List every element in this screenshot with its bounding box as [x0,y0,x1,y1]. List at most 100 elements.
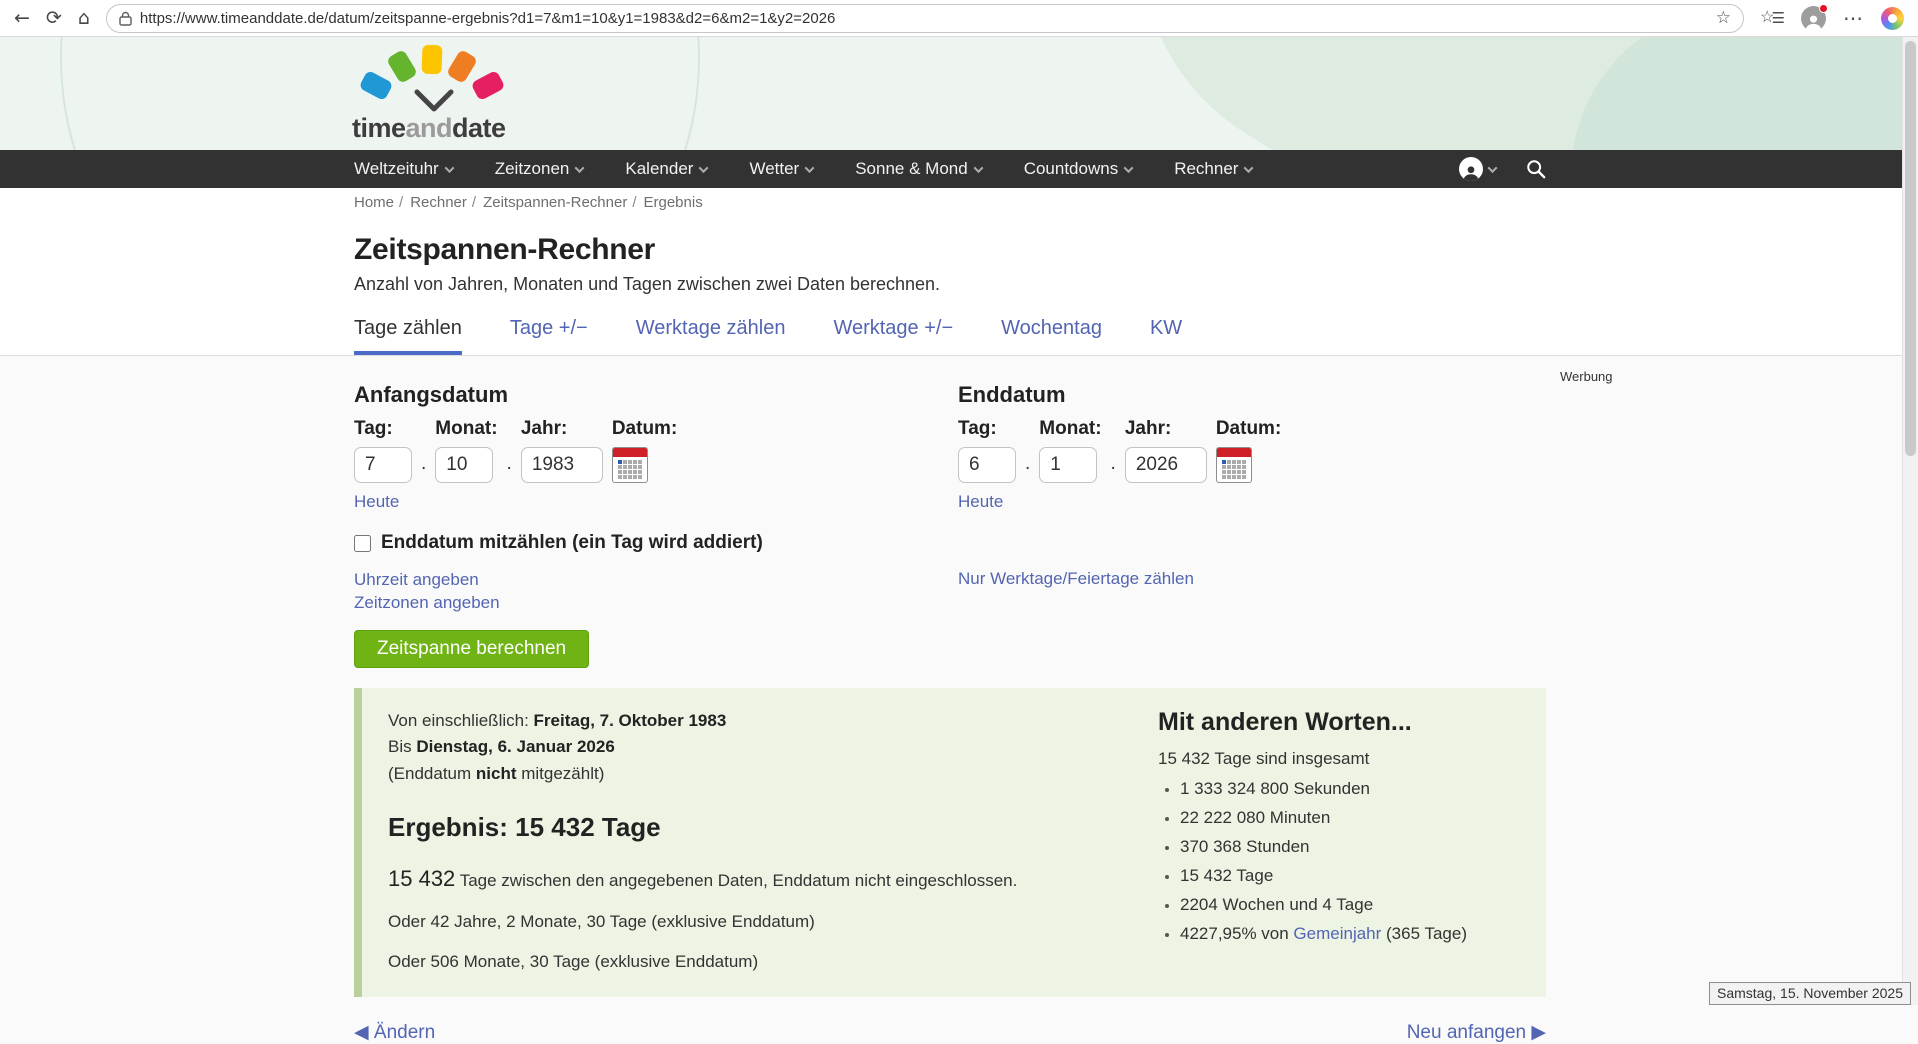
start-month-input[interactable] [435,447,493,483]
result-alt-years: Oder 42 Jahre, 2 Monate, 30 Tage (exklus… [388,909,1158,935]
url-input[interactable] [140,10,1708,27]
start-calendar-icon[interactable] [612,447,648,483]
breadcrumb-home[interactable]: Home [354,194,394,211]
account-button[interactable] [1459,157,1496,181]
copilot-icon[interactable] [1881,7,1904,30]
footer-navigation: ◀ Ändern Neu anfangen ▶ [354,1021,1546,1044]
list-item: 2204 Wochen und 4 Tage [1180,895,1520,915]
scrollbar-thumb[interactable] [1905,41,1916,456]
breadcrumb-rechner[interactable]: Rechner [410,194,467,211]
browser-toolbar: ← ⟳ ⌂ ☆ ☆☰ ⋯ [0,0,1918,37]
list-item: 4227,95% von Gemeinjahr (365 Tage) [1180,924,1520,944]
page-lower: Anfangsdatum Tag: . Monat: . Jahr: [0,356,1918,1044]
forward-arrow-icon: ▶ [1531,1022,1546,1043]
ad-label: Werbung [1560,369,1613,384]
result-summary: Von einschließlich: Freitag, 7. Oktober … [388,708,1158,975]
list-item: 15 432 Tage [1180,866,1520,886]
include-end-date-row: Enddatum mitzählen (ein Tag wird addiert… [354,532,1918,554]
calculate-button[interactable]: Zeitspanne berechnen [354,630,589,668]
breadcrumb-zeitspannen-rechner[interactable]: Zeitspannen-Rechner [483,194,627,211]
page-title: Zeitspannen-Rechner [354,232,1918,268]
logo-text: timeanddate [352,113,506,144]
nav-item-sonne-mond[interactable]: Sonne & Mond [855,159,981,179]
end-year-label: Jahr: [1125,418,1207,440]
scrollbar[interactable] [1902,37,1918,1005]
option-links: Uhrzeit angeben Zeitzonen angeben Nur We… [0,569,1918,615]
list-item: 370 368 Stunden [1180,837,1520,857]
start-date-section: Anfangsdatum Tag: . Monat: . Jahr: [354,356,958,512]
add-timezone-link[interactable]: Zeitzonen angeben [354,592,1918,615]
status-tooltip: Samstag, 15. November 2025 [1709,982,1911,1005]
user-icon [1459,157,1483,181]
nav-item-wetter[interactable]: Wetter [749,159,813,179]
result-note-line: (Enddatum nicht mitgezählt) [388,761,1158,787]
logo-tile-pink [471,70,506,101]
end-day-input[interactable] [958,447,1016,483]
chevron-down-icon [973,163,983,173]
tab-tage-plusminus[interactable]: Tage +/− [510,317,588,355]
logo-fan-icon [364,43,504,113]
result-heading: Ergebnis: 15 432 Tage [388,807,1158,847]
result-days-line: 15 432 Tage zwischen den angegebenen Dat… [388,862,1158,896]
end-day-label: Tag: [958,418,1016,440]
back-arrow-icon: ◀ [354,1022,369,1043]
breadcrumb-ergebnis[interactable]: Ergebnis [644,194,703,211]
logo-tile-orange [446,49,478,84]
end-year-input[interactable] [1125,447,1207,483]
tab-werktage-zaehlen[interactable]: Werktage zählen [636,317,786,355]
person-icon [1804,12,1823,31]
favorite-star-icon[interactable]: ☆ [1716,8,1731,28]
end-today-link[interactable]: Heute [958,492,1003,512]
refresh-icon[interactable]: ⟳ [46,9,62,28]
start-today-link[interactable]: Heute [354,492,399,512]
nav-item-rechner[interactable]: Rechner [1174,159,1252,179]
tab-wochentag[interactable]: Wochentag [1001,317,1102,355]
browser-menu-icon[interactable]: ⋯ [1843,6,1864,31]
search-icon[interactable] [1526,159,1546,179]
chevron-down-icon [699,163,709,173]
other-words-intro: 15 432 Tage sind insgesamt [1158,749,1520,769]
nav-item-zeitzonen[interactable]: Zeitzonen [495,159,584,179]
logo-tile-green [386,49,418,84]
end-month-label: Monat: [1039,418,1101,440]
home-icon[interactable]: ⌂ [78,9,90,28]
nav-item-kalender[interactable]: Kalender [625,159,707,179]
page-upper: Home/Rechner/Zeitspannen-Rechner/Ergebni… [0,188,1918,356]
tab-werktage-plusminus[interactable]: Werktage +/− [833,317,953,355]
other-words-panel: Mit anderen Worten... 15 432 Tage sind i… [1158,708,1520,975]
end-month-input[interactable] [1039,447,1097,483]
back-icon[interactable]: ← [14,9,30,28]
start-day-label: Tag: [354,418,412,440]
restart-link[interactable]: Neu anfangen ▶ [1407,1021,1546,1044]
include-end-date-checkbox[interactable] [354,535,371,552]
chevron-down-icon [575,163,585,173]
end-calendar-icon[interactable] [1216,447,1252,483]
tab-bar: Tage zählen Tage +/− Werktage zählen Wer… [354,317,1918,355]
favorites-bar-icon[interactable]: ☆☰ [1760,7,1784,29]
start-day-input[interactable] [354,447,412,483]
lock-icon [119,11,132,26]
other-words-list: 1 333 324 800 Sekunden 22 222 080 Minute… [1180,779,1520,944]
chevron-down-icon [1124,163,1134,173]
site-header: timeanddate [0,37,1918,150]
site-logo[interactable]: timeanddate [352,41,552,149]
nav-item-weltzeituhr[interactable]: Weltzeituhr [354,159,453,179]
tab-tage-zaehlen[interactable]: Tage zählen [354,317,462,355]
profile-avatar[interactable] [1801,6,1826,31]
result-from-line: Von einschließlich: Freitag, 7. Oktober … [388,708,1158,734]
chevron-down-icon [1488,163,1498,173]
common-year-link[interactable]: Gemeinjahr [1293,924,1381,943]
result-alt-months: Oder 506 Monate, 30 Tage (exklusive Endd… [388,949,1158,975]
breadcrumb: Home/Rechner/Zeitspannen-Rechner/Ergebni… [354,188,1918,211]
browser-actions: ☆☰ ⋯ [1760,6,1904,31]
result-box: Von einschließlich: Freitag, 7. Oktober … [354,688,1546,997]
nav-item-countdowns[interactable]: Countdowns [1024,159,1133,179]
workdays-only-link[interactable]: Nur Werktage/Feiertage zählen [958,569,1194,589]
tab-kw[interactable]: KW [1150,317,1182,355]
change-link[interactable]: ◀ Ändern [354,1021,435,1044]
start-year-input[interactable] [521,447,603,483]
logo-tile-blue [359,70,394,101]
address-bar[interactable]: ☆ [106,4,1744,33]
start-date-heading: Anfangsdatum [354,382,958,408]
page-subtitle: Anzahl von Jahren, Monaten und Tagen zwi… [354,274,1918,295]
